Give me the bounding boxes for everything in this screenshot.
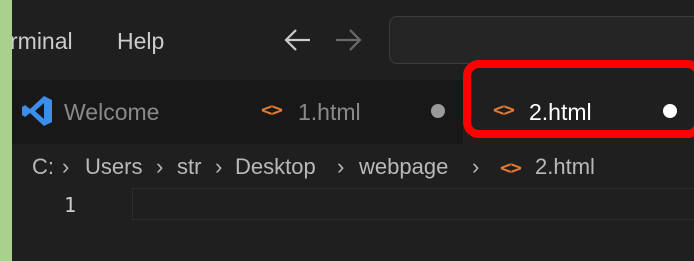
chevron-right-icon: › xyxy=(62,154,70,179)
chevron-right-icon: › xyxy=(215,154,223,179)
html-file-icon: <> xyxy=(500,157,522,179)
tab-welcome[interactable]: Welcome xyxy=(12,80,233,144)
command-center-search[interactable] xyxy=(389,16,694,64)
tab-welcome-label: Welcome xyxy=(64,99,160,125)
html-file-icon: <> xyxy=(261,99,283,121)
breadcrumb: C: › Users › str › Desktop › webpage › <… xyxy=(12,144,694,186)
back-arrow-icon[interactable] xyxy=(282,24,314,56)
breadcrumb-drive[interactable]: C: xyxy=(32,154,54,180)
editor-area[interactable]: 1 xyxy=(12,186,694,261)
vscode-icon xyxy=(22,96,52,126)
menu-help[interactable]: Help xyxy=(117,27,164,55)
line-number: 1 xyxy=(64,193,77,217)
forward-arrow-icon[interactable] xyxy=(332,24,364,56)
unsaved-dot-icon[interactable] xyxy=(431,104,445,118)
highlight-annotation xyxy=(463,60,694,138)
breadcrumb-webpage[interactable]: webpage xyxy=(359,154,448,180)
current-line-highlight[interactable] xyxy=(132,188,694,220)
breadcrumb-file[interactable]: 2.html xyxy=(535,154,595,180)
chevron-right-icon: › xyxy=(156,154,164,179)
breadcrumb-desktop[interactable]: Desktop xyxy=(235,154,316,180)
breadcrumb-users[interactable]: Users xyxy=(85,154,142,180)
chevron-right-icon: › xyxy=(472,154,480,179)
vscode-window: rminal Help Welcome <> 1.html <> 2.html xyxy=(12,0,694,261)
left-accent-strip xyxy=(0,0,12,261)
tab-1-html-label: 1.html xyxy=(298,99,361,125)
tab-1-html[interactable]: <> 1.html xyxy=(233,80,463,144)
menu-terminal[interactable]: rminal xyxy=(12,27,73,55)
chevron-right-icon: › xyxy=(337,154,345,179)
breadcrumb-str[interactable]: str xyxy=(177,154,201,180)
